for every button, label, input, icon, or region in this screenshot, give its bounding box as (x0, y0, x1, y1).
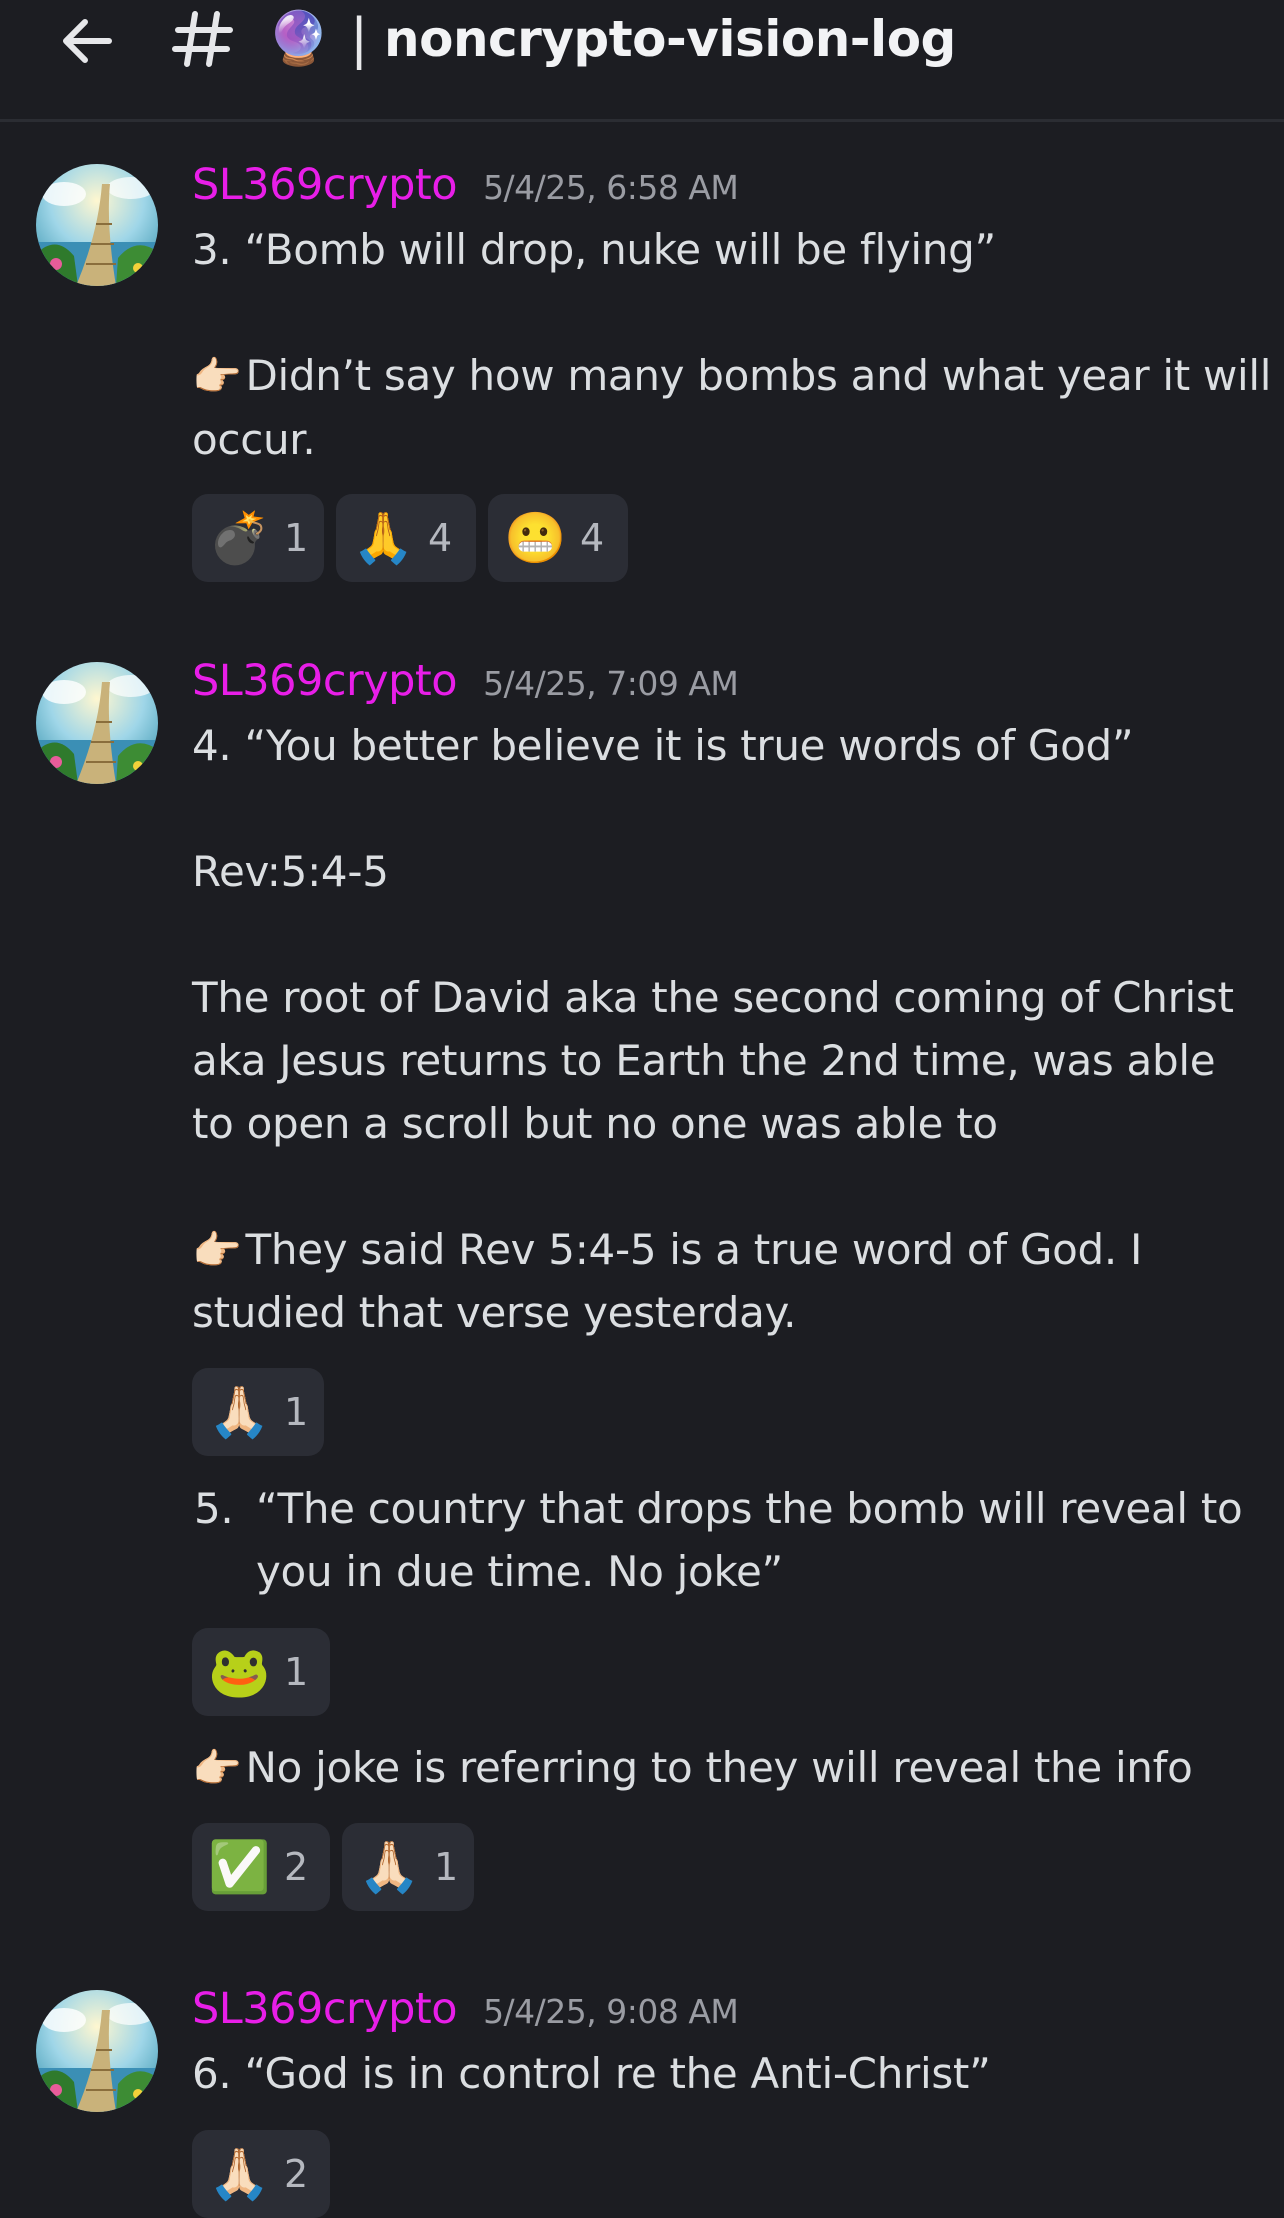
message-text: 👉🏻Didn’t say how many bombs and what yea… (192, 351, 1272, 400)
reaction-count: 2 (284, 1845, 309, 1889)
message-text: 👉🏻They said Rev 5:4-5 is a true word of … (192, 1225, 1143, 1274)
username[interactable]: SL369crypto (192, 160, 458, 210)
reaction-count: 4 (428, 516, 453, 560)
reaction-check[interactable]: ✅ 2 (192, 1823, 330, 1911)
list-number: 5. (194, 1484, 234, 1533)
avatar-stairway-image (36, 1990, 158, 2112)
user-avatar[interactable] (36, 662, 158, 784)
channel-header: 🔮 | noncrypto-vision-log (0, 0, 1284, 122)
reaction-count: 1 (284, 1650, 309, 1694)
channel-name[interactable]: noncrypto-vision-log (384, 4, 956, 74)
reaction-count: 1 (284, 516, 309, 560)
message-text: 6. “God is in control re the Anti-Christ… (192, 2049, 991, 2098)
arrow-left-icon (63, 19, 112, 63)
message-text: studied that verse yesterday. (192, 1288, 797, 1337)
crystal-ball-icon: 🔮 (266, 9, 331, 69)
channel-name-separator: | (350, 7, 369, 70)
reaction-count: 1 (434, 1845, 459, 1889)
folded-hands-light-icon: 🙏🏻 (358, 1838, 421, 1896)
message-header: SL369crypto 5/4/25, 7:09 AM (192, 656, 739, 712)
reaction-pray[interactable]: 🙏🏻 2 (192, 2130, 330, 2218)
folded-hands-icon: 🙏 (352, 509, 415, 567)
reaction-count: 1 (284, 1390, 309, 1434)
reaction-count: 2 (284, 2152, 309, 2196)
message-text: 4. “You better believe it is true words … (192, 721, 1134, 770)
message-header: SL369crypto 5/4/25, 6:58 AM (192, 160, 739, 216)
avatar-stairway-image (36, 662, 158, 784)
avatar-stairway-image (36, 164, 158, 286)
message-text: 👉🏻No joke is referring to they will reve… (192, 1743, 1193, 1792)
message-text: to open a scroll but no one was able to (192, 1099, 998, 1148)
folded-hands-light-icon: 🙏🏻 (208, 2145, 271, 2203)
reaction-bomb[interactable]: 💣 1 (192, 494, 324, 582)
check-mark-icon: ✅ (208, 1838, 271, 1896)
pepe-frog-icon: 🐸 (208, 1643, 271, 1701)
grimacing-face-icon: 😬 (504, 509, 567, 567)
reaction-pepe[interactable]: 🐸 1 (192, 1628, 330, 1716)
pointing-hand-icon: 👉🏻 (192, 354, 242, 400)
reaction-pray[interactable]: 🙏🏻 1 (192, 1368, 324, 1456)
user-avatar[interactable] (36, 164, 158, 286)
message-text: Rev:5:4-5 (192, 847, 389, 896)
timestamp: 5/4/25, 6:58 AM (483, 168, 739, 207)
reaction-count: 4 (580, 516, 605, 560)
user-avatar[interactable] (36, 1990, 158, 2112)
message-text: The root of David aka the second coming … (192, 973, 1234, 1022)
reaction-pray[interactable]: 🙏🏻 1 (342, 1823, 474, 1911)
message-text: you in due time. No joke” (256, 1547, 783, 1596)
username[interactable]: SL369crypto (192, 656, 458, 706)
timestamp: 5/4/25, 7:09 AM (483, 664, 739, 703)
back-button[interactable] (52, 6, 122, 76)
reaction-pray[interactable]: 🙏 4 (336, 494, 476, 582)
message-text: “The country that drops the bomb will re… (256, 1484, 1243, 1533)
reaction-grimace[interactable]: 😬 4 (488, 494, 628, 582)
pointing-hand-icon: 👉🏻 (192, 1746, 242, 1792)
message-text: occur. (192, 415, 316, 464)
message-header: SL369crypto 5/4/25, 9:08 AM (192, 1984, 739, 2040)
folded-hands-light-icon: 🙏🏻 (208, 1383, 271, 1441)
hash-icon (172, 11, 233, 67)
username[interactable]: SL369crypto (192, 1984, 458, 2034)
message-text: aka Jesus returns to Earth the 2nd time,… (192, 1036, 1216, 1085)
bomb-icon: 💣 (208, 509, 271, 567)
message-text: 3. “Bomb will drop, nuke will be flying” (192, 225, 996, 274)
pointing-hand-icon: 👉🏻 (192, 1228, 242, 1274)
timestamp: 5/4/25, 9:08 AM (483, 1992, 739, 2031)
